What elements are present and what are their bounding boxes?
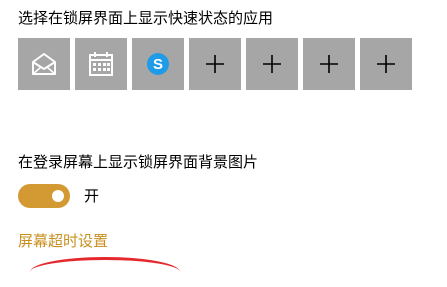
lock-background-heading: 在登录屏幕上显示锁屏界面背景图片	[18, 153, 259, 171]
red-annotation-mark	[30, 257, 180, 287]
quick-status-app-row: S	[18, 38, 412, 90]
skype-icon: S	[147, 53, 169, 75]
mail-icon	[32, 53, 56, 75]
add-app-tile-3[interactable]	[303, 38, 355, 90]
skype-app-tile[interactable]: S	[132, 38, 184, 90]
lock-background-toggle-row: 开	[18, 184, 99, 208]
plus-icon	[206, 55, 224, 73]
add-app-tile-1[interactable]	[189, 38, 241, 90]
screen-timeout-settings-link[interactable]: 屏幕超时设置	[18, 231, 108, 251]
plus-icon	[263, 55, 281, 73]
calendar-app-tile[interactable]	[75, 38, 127, 90]
toggle-knob	[52, 190, 64, 202]
mail-app-tile[interactable]	[18, 38, 70, 90]
plus-icon	[377, 55, 395, 73]
toggle-state-label: 开	[84, 187, 100, 205]
add-app-tile-2[interactable]	[246, 38, 298, 90]
add-app-tile-4[interactable]	[360, 38, 412, 90]
quick-status-heading: 选择在锁屏界面上显示快速状态的应用	[18, 9, 274, 27]
svg-text:S: S	[153, 56, 163, 73]
calendar-icon	[89, 52, 113, 76]
lock-background-toggle[interactable]	[18, 184, 70, 208]
plus-icon	[320, 55, 338, 73]
